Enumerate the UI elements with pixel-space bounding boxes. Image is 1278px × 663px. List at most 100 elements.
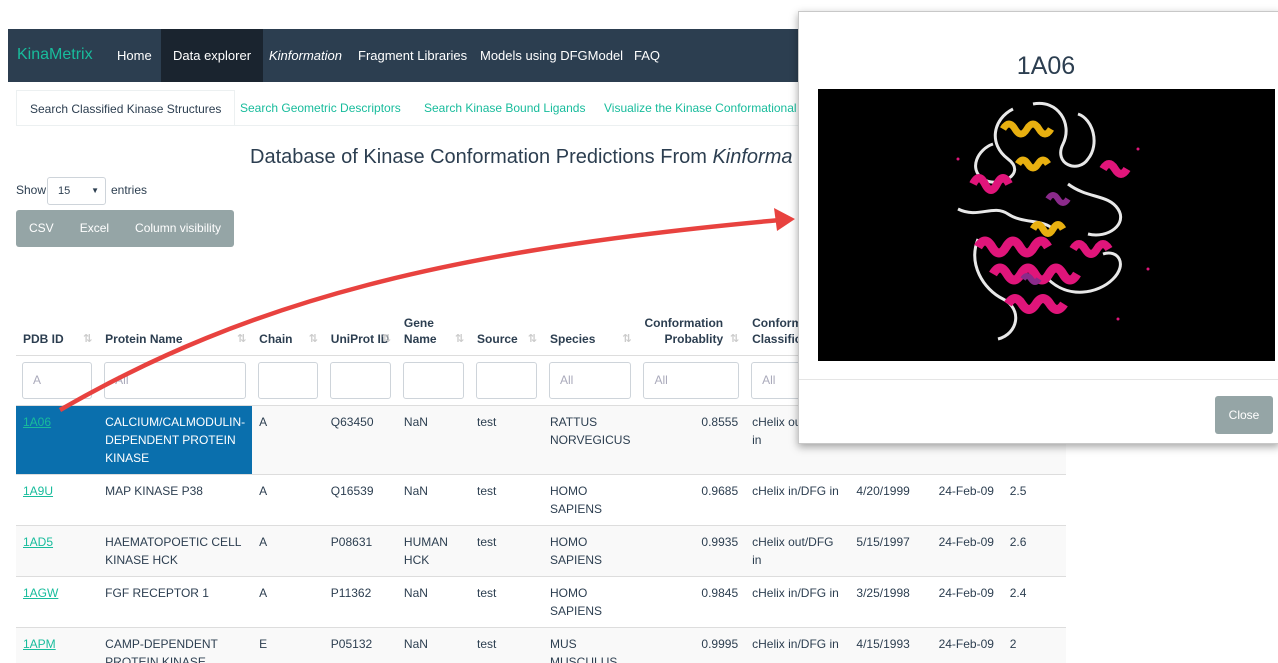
tab-search-classified[interactable]: Search Classified Kinase Structures <box>16 90 236 126</box>
tab-geometric-descriptors[interactable]: Search Geometric Descriptors <box>227 90 414 126</box>
cell-pdb-id[interactable]: 1APM <box>16 626 99 663</box>
header-chain[interactable]: Chain ⇅ <box>252 286 324 356</box>
header-text: Gene Name <box>403 315 437 346</box>
pdb-link[interactable]: 1A06 <box>23 415 51 429</box>
cell-resolution: 2.5 <box>1002 473 1066 525</box>
nav-home[interactable]: Home <box>105 29 164 82</box>
cell-date: 3/25/1998 <box>849 575 932 627</box>
filter-cell <box>396 354 471 405</box>
tab-bar: Search Classified Kinase Structures Sear… <box>16 90 816 126</box>
column-visibility-button[interactable]: Column visibility <box>122 210 234 247</box>
cell-protein-name: MAP KINASE P38 <box>98 473 253 525</box>
sort-icon: ⇅ <box>308 332 318 345</box>
entries-select[interactable]: 15 ▼ <box>47 177 106 205</box>
filter-chain-input[interactable] <box>258 361 318 399</box>
header-pdb-id[interactable]: PDB ID ⇅ <box>16 286 99 356</box>
cell-date: 4/20/1999 <box>849 473 932 525</box>
header-species[interactable]: Species ⇅ <box>543 286 638 356</box>
cell-resolution: 2 <box>1002 626 1066 663</box>
tab-bound-ligands[interactable]: Search Kinase Bound Ligands <box>411 90 598 126</box>
cell-pdb-id[interactable]: 1AGW <box>16 575 99 627</box>
pdb-link[interactable]: 1AGW <box>23 586 58 600</box>
table-row[interactable]: 1APM CAMP-DEPENDENT PROTEIN KINASE E P05… <box>16 626 1066 663</box>
cell-probability: 0.9995 <box>637 626 746 663</box>
nav-data-explorer[interactable]: Data explorer <box>161 29 264 82</box>
tab-visualize[interactable]: Visualize the Kinase Conformational S <box>591 90 821 126</box>
page-title: Database of Kinase Conformation Predicti… <box>250 146 800 169</box>
cell-species: HOMO SAPIENS <box>543 473 638 525</box>
cell-probability: 0.8555 <box>637 404 746 474</box>
filter-source-input[interactable] <box>476 361 538 399</box>
sort-icon: ⇅ <box>82 332 93 345</box>
cell-resolution: 2.6 <box>1002 524 1066 576</box>
nav-faq[interactable]: FAQ <box>622 29 672 82</box>
cell-date: 5/15/1997 <box>849 524 932 576</box>
modal-footer-divider <box>799 379 1278 380</box>
filter-gene-input[interactable] <box>402 361 465 399</box>
cell-date: 4/15/1993 <box>849 626 932 663</box>
structure-modal: 1A06 Close <box>798 11 1278 444</box>
cell-classification: cHelix in/DFG in <box>745 575 850 627</box>
cell-gene: NaN <box>396 473 471 525</box>
cell-uniprot: P11362 <box>323 575 397 627</box>
cell-pdb-id[interactable]: 1AD5 <box>16 524 99 576</box>
cell-pdb-id[interactable]: 1A06 <box>16 404 99 474</box>
filter-cell <box>323 354 397 405</box>
header-gene-name[interactable]: Gene Name ⇅ <box>396 286 471 356</box>
table-row[interactable]: 1A9U MAP KINASE P38 A Q16539 NaN test HO… <box>16 473 1066 525</box>
entries-select-value: 15 <box>58 185 71 197</box>
pdb-link[interactable]: 1A9U <box>23 484 53 498</box>
close-button[interactable]: Close <box>1215 396 1273 434</box>
cell-date2: 24-Feb-09 <box>931 575 1003 627</box>
header-protein-name[interactable]: Protein Name ⇅ <box>98 286 253 356</box>
cell-classification: cHelix in/DFG in <box>745 473 850 525</box>
cell-gene: NaN <box>396 404 471 474</box>
pdb-link[interactable]: 1APM <box>23 637 56 651</box>
header-text: Protein Name <box>105 331 183 346</box>
excel-button[interactable]: Excel <box>67 210 122 247</box>
cell-source: test <box>470 575 544 627</box>
cell-probability: 0.9935 <box>637 524 746 576</box>
nav-kinformation[interactable]: Kinformation <box>257 29 354 82</box>
cell-chain: A <box>252 404 324 474</box>
filter-protein-input[interactable]: All <box>104 361 247 399</box>
cell-gene: NaN <box>396 575 471 627</box>
tabs-divider <box>16 125 806 126</box>
filter-probability-input[interactable]: All <box>643 361 740 399</box>
sort-icon: ⇅ <box>527 332 538 345</box>
table-row[interactable]: 1AGW FGF RECEPTOR 1 A P11362 NaN test HO… <box>16 575 1066 627</box>
header-text: Source <box>477 331 518 346</box>
cell-gene: NaN <box>396 626 471 663</box>
cell-species: MUS MUSCULUS <box>543 626 638 663</box>
cell-source: test <box>470 626 544 663</box>
page-title-italic: Kinforma <box>712 146 793 168</box>
filter-species-input[interactable]: All <box>549 361 632 399</box>
cell-chain: A <box>252 524 324 576</box>
filter-cell: A <box>16 354 99 405</box>
molecule-viewer[interactable] <box>818 89 1275 361</box>
filter-pdb-input[interactable]: A <box>22 361 93 399</box>
pdb-link[interactable]: 1AD5 <box>23 535 53 549</box>
header-source[interactable]: Source ⇅ <box>470 286 544 356</box>
header-probability[interactable]: Conformation Probablity ⇅ <box>637 286 746 356</box>
cell-chain: E <box>252 626 324 663</box>
header-uniprot-id[interactable]: UniProt ID ⇅ <box>323 286 397 356</box>
export-button-group: CSV Excel Column visibility <box>16 210 235 247</box>
cell-chain: A <box>252 575 324 627</box>
cell-uniprot: Q63450 <box>323 404 397 474</box>
cell-source: test <box>470 404 544 474</box>
cell-date2: 24-Feb-09 <box>931 524 1003 576</box>
filter-cell <box>252 354 324 405</box>
cell-gene: HUMAN HCK <box>396 524 471 576</box>
cell-protein-name: CAMP-DEPENDENT PROTEIN KINASE <box>98 626 253 663</box>
nav-models-dfgmodel[interactable]: Models using DFGModel <box>468 29 635 82</box>
sort-icon: ⇅ <box>729 332 740 345</box>
cell-classification: cHelix in/DFG in <box>745 626 850 663</box>
cell-pdb-id[interactable]: 1A9U <box>16 473 99 525</box>
cell-uniprot: P08631 <box>323 524 397 576</box>
nav-fragment-libraries[interactable]: Fragment Libraries <box>346 29 479 82</box>
brand-logo[interactable]: KinaMetrix <box>17 46 93 64</box>
csv-button[interactable]: CSV <box>16 210 67 247</box>
table-row[interactable]: 1AD5 HAEMATOPOETIC CELL KINASE HCK A P08… <box>16 524 1066 576</box>
filter-uniprot-input[interactable] <box>329 361 391 399</box>
